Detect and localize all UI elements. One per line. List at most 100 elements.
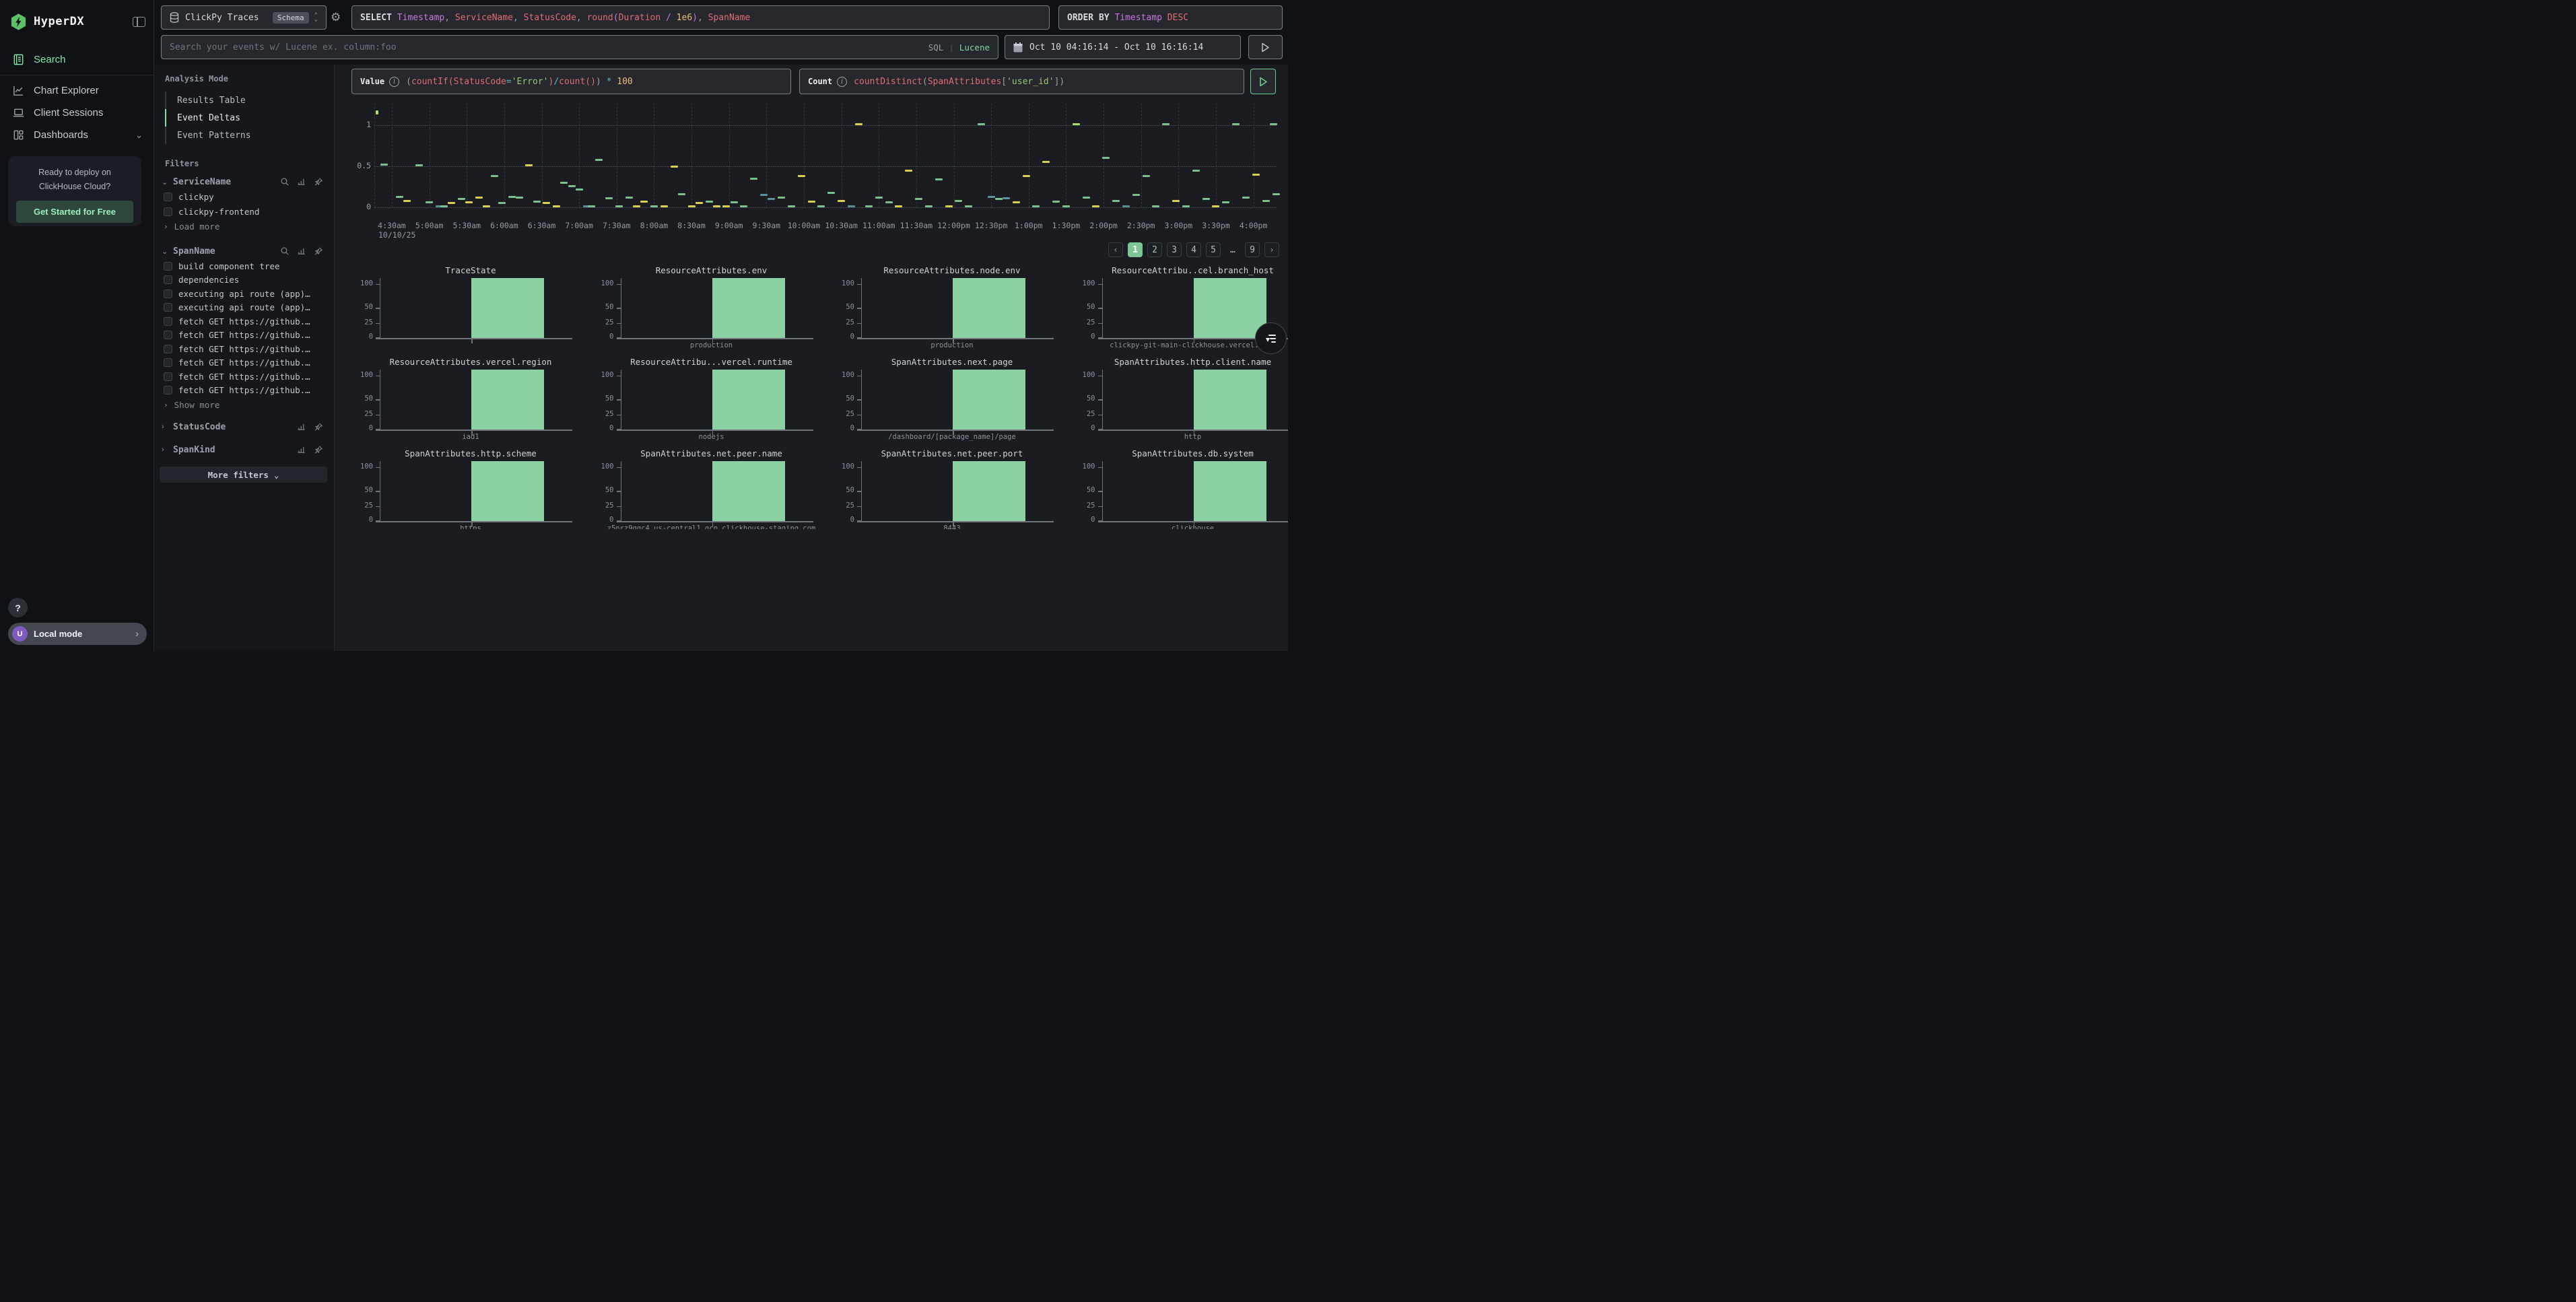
pin-icon[interactable] bbox=[314, 246, 323, 256]
filter-group-header-statuscode[interactable]: ›StatusCode bbox=[162, 419, 323, 435]
data-point[interactable] bbox=[1073, 123, 1080, 125]
data-point[interactable] bbox=[671, 166, 678, 168]
data-point[interactable] bbox=[688, 205, 696, 207]
more-filters-button[interactable]: More filters⌄ bbox=[160, 467, 327, 483]
data-point[interactable] bbox=[988, 196, 995, 198]
data-point[interactable] bbox=[1083, 197, 1090, 199]
data-point[interactable] bbox=[491, 175, 498, 177]
data-point[interactable] bbox=[731, 201, 738, 203]
data-point[interactable] bbox=[1222, 201, 1229, 203]
checkbox[interactable] bbox=[164, 303, 172, 312]
help-button[interactable]: ? bbox=[8, 598, 28, 617]
data-point[interactable] bbox=[713, 205, 720, 207]
data-point[interactable] bbox=[568, 185, 576, 187]
data-point[interactable] bbox=[380, 164, 388, 166]
bar-chart-icon[interactable] bbox=[297, 422, 306, 432]
data-point[interactable] bbox=[696, 202, 703, 204]
data-point[interactable] bbox=[1273, 193, 1280, 195]
data-point[interactable] bbox=[533, 201, 541, 203]
mini-chart-spanattributes-http-scheme[interactable]: SpanAttributes.http.scheme10050250https bbox=[349, 450, 590, 529]
data-point[interactable] bbox=[483, 205, 490, 207]
data-point[interactable] bbox=[1252, 174, 1260, 176]
data-point[interactable] bbox=[838, 200, 845, 202]
data-point[interactable] bbox=[475, 197, 483, 199]
data-point[interactable] bbox=[1003, 197, 1010, 199]
bar[interactable] bbox=[471, 370, 544, 430]
bar-chart-icon[interactable] bbox=[297, 177, 306, 186]
data-point[interactable] bbox=[1092, 205, 1099, 207]
bar[interactable] bbox=[1194, 370, 1266, 430]
mini-chart-resourceattributes-node-env[interactable]: ResourceAttributes.node.env10050250produ… bbox=[831, 267, 1071, 355]
data-point[interactable] bbox=[1270, 123, 1277, 125]
sidebar-item-client-sessions[interactable]: Client Sessions bbox=[0, 102, 154, 124]
sidebar-item-search[interactable]: Search bbox=[0, 48, 154, 71]
data-point[interactable] bbox=[875, 197, 883, 199]
value-expression-input[interactable]: Value i (countIf(StatusCode='Error')/cou… bbox=[351, 69, 791, 94]
pin-icon[interactable] bbox=[314, 177, 323, 186]
data-point[interactable] bbox=[760, 194, 768, 196]
checkbox[interactable] bbox=[164, 317, 172, 326]
data-point[interactable] bbox=[508, 196, 516, 198]
data-point[interactable] bbox=[543, 202, 550, 204]
data-point[interactable] bbox=[750, 178, 757, 180]
data-point[interactable] bbox=[403, 200, 411, 202]
data-point[interactable] bbox=[955, 200, 962, 202]
checkbox[interactable] bbox=[164, 358, 172, 367]
data-point[interactable] bbox=[1042, 161, 1050, 163]
event-deltas-chart[interactable]: 4:30am5:00am5:30am6:00am6:30am7:00am7:30… bbox=[351, 101, 1283, 239]
data-point[interactable] bbox=[817, 205, 825, 207]
page-button-2[interactable]: 2 bbox=[1147, 242, 1162, 257]
data-point[interactable] bbox=[1132, 194, 1140, 196]
pin-icon[interactable] bbox=[314, 422, 323, 432]
data-point[interactable] bbox=[1202, 198, 1210, 200]
data-point[interactable] bbox=[1112, 200, 1120, 202]
mini-chart-resourceattributes-env[interactable]: ResourceAttributes.env10050250production bbox=[590, 267, 831, 355]
data-point[interactable] bbox=[965, 205, 972, 207]
page-button-1[interactable]: 1 bbox=[1128, 242, 1143, 257]
data-point[interactable] bbox=[935, 178, 943, 180]
data-point[interactable] bbox=[706, 201, 713, 203]
page-button-9[interactable]: 9 bbox=[1245, 242, 1260, 257]
data-point[interactable] bbox=[650, 205, 658, 207]
date-range-picker[interactable]: Oct 10 04:16:14 - Oct 10 16:16:14 bbox=[1005, 35, 1241, 59]
data-point[interactable] bbox=[1162, 123, 1170, 125]
data-point[interactable] bbox=[458, 198, 465, 200]
data-point[interactable] bbox=[516, 197, 523, 199]
data-source-select[interactable]: ClickPy Traces Schema ⌃⌄ bbox=[161, 5, 327, 30]
show-more-button[interactable]: ›Show more bbox=[164, 397, 335, 412]
mini-chart-spanattributes-net-peer-port[interactable]: SpanAttributes.net.peer.port100502508443 bbox=[831, 450, 1071, 529]
mini-chart-spanattributes-http-client-name[interactable]: SpanAttributes.http.client.name10050250h… bbox=[1072, 358, 1289, 447]
data-point[interactable] bbox=[1023, 175, 1030, 177]
data-point[interactable] bbox=[525, 164, 533, 166]
data-point[interactable] bbox=[633, 205, 640, 207]
filter-group-header-spankind[interactable]: ›SpanKind bbox=[162, 442, 323, 458]
data-point[interactable] bbox=[855, 123, 862, 125]
data-point[interactable] bbox=[827, 192, 835, 194]
data-point[interactable] bbox=[625, 197, 633, 199]
data-point[interactable] bbox=[1032, 205, 1040, 207]
data-point[interactable] bbox=[1102, 157, 1110, 159]
data-point[interactable] bbox=[995, 198, 1003, 200]
checkbox[interactable] bbox=[164, 345, 172, 353]
data-point[interactable] bbox=[1242, 197, 1250, 199]
sql-select-input[interactable]: SELECT Timestamp, ServiceName, StatusCod… bbox=[351, 5, 1050, 30]
data-point[interactable] bbox=[808, 201, 815, 203]
bar[interactable] bbox=[953, 370, 1025, 430]
data-point[interactable] bbox=[553, 205, 560, 207]
collapse-sidebar-icon[interactable] bbox=[133, 17, 145, 27]
data-point[interactable] bbox=[905, 170, 912, 172]
data-point[interactable] bbox=[1013, 201, 1020, 203]
bar[interactable] bbox=[712, 461, 785, 521]
checkbox[interactable] bbox=[164, 289, 172, 298]
data-point[interactable] bbox=[440, 205, 448, 207]
order-by-input[interactable]: ORDER BY Timestamp DESC bbox=[1058, 5, 1283, 30]
mini-chart-spanattributes-db-system[interactable]: SpanAttributes.db.system10050250clickhou… bbox=[1072, 450, 1289, 529]
bar-chart-icon[interactable] bbox=[297, 445, 306, 454]
data-point[interactable] bbox=[660, 205, 668, 207]
bar[interactable] bbox=[953, 461, 1025, 521]
data-point[interactable] bbox=[1122, 205, 1130, 207]
data-point[interactable] bbox=[1152, 205, 1159, 207]
data-point[interactable] bbox=[978, 123, 985, 125]
data-point[interactable] bbox=[740, 205, 747, 207]
mode-lucene[interactable]: Lucene bbox=[959, 42, 990, 53]
